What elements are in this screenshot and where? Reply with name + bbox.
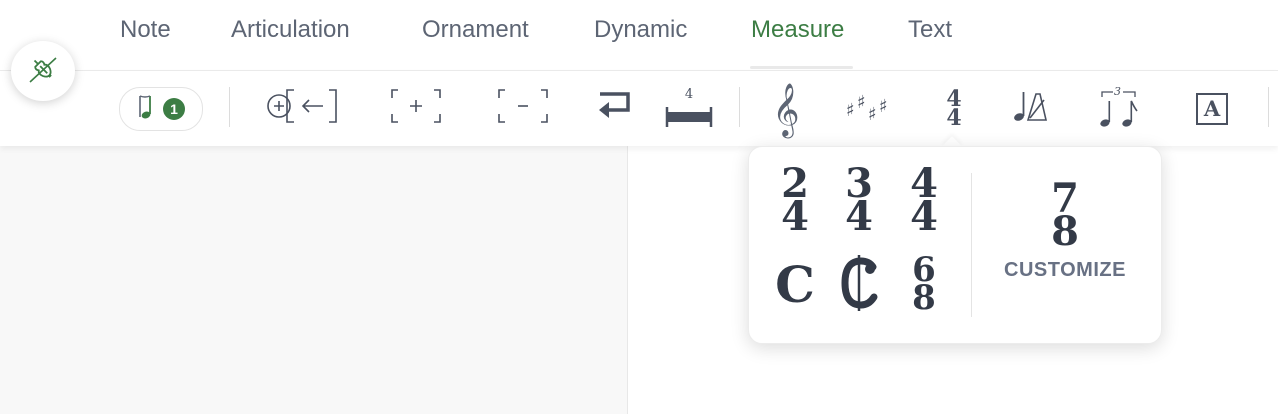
add-measure-icon: [388, 86, 444, 131]
time-signature-glyph: 6 8: [912, 253, 936, 318]
customize-time-signature-button[interactable]: 7 8 CUSTOMIZE: [987, 179, 1143, 303]
common-time-option[interactable]: C: [767, 253, 823, 317]
time-signature-glyph: 2 4: [781, 164, 809, 240]
svg-text:♯: ♯: [879, 96, 888, 117]
cut-time-option[interactable]: [831, 253, 887, 317]
customize-label: CUSTOMIZE: [1004, 258, 1126, 281]
time-signature-icon: 4 4: [946, 88, 962, 131]
svg-text:♯: ♯: [846, 100, 855, 121]
delete-measure-icon: [495, 86, 551, 131]
multi-measure-rest-button[interactable]: 4: [662, 71, 716, 146]
tab-note[interactable]: Note: [120, 16, 171, 44]
treble-clef-icon: 𝄞: [772, 81, 800, 136]
tuplet-number: 3: [1114, 84, 1121, 98]
violin-icon: [26, 52, 60, 91]
add-measure-button[interactable]: [386, 71, 446, 146]
instrument-fab-button[interactable]: [11, 41, 75, 101]
tuplet-icon: 3: [1097, 84, 1141, 131]
insert-measure-before-icon: [263, 86, 339, 131]
time-signature-popover: 2 4 3 4 4 4 C 6 8 7 8 CUSTOMIZE: [748, 146, 1162, 344]
multi-measure-rest-icon: 4: [663, 87, 715, 131]
voice-selector-button[interactable]: 1: [119, 87, 203, 131]
voice-count-badge: 1: [163, 98, 185, 120]
score-canvas-left: [0, 146, 627, 414]
svg-text:♯: ♯: [868, 104, 877, 125]
measure-toolbar: 1 4 𝄞 ♯ ♯ ♯ ♯ 4 4 3 A: [0, 71, 1278, 146]
time-signature-bottom: 8: [1051, 207, 1079, 255]
time-signature-option-4-4[interactable]: 4 4: [896, 164, 952, 240]
tab-ornament[interactable]: Ornament: [422, 16, 529, 44]
common-time-icon: C: [775, 255, 815, 314]
time-signature-glyph: 3 4: [845, 164, 873, 240]
time-signature-bottom: 4: [910, 193, 938, 240]
tab-articulation[interactable]: Articulation: [231, 16, 350, 44]
insert-measure-before-button[interactable]: [262, 71, 340, 146]
tempo-button[interactable]: [1010, 71, 1050, 146]
tab-text[interactable]: Text: [908, 16, 952, 44]
time-signature-option-6-8[interactable]: 6 8: [896, 253, 952, 317]
toolbar-separator: [229, 87, 230, 127]
key-signature-button[interactable]: ♯ ♯ ♯ ♯: [844, 71, 896, 146]
tuplet-button[interactable]: 3: [1096, 71, 1142, 146]
time-signature-bottom: 4: [781, 193, 809, 240]
time-signature-button[interactable]: 4 4: [938, 71, 970, 146]
line-break-icon: [594, 88, 634, 129]
time-signature-bottom: 4: [845, 193, 873, 240]
text-box-button[interactable]: A: [1192, 71, 1232, 146]
time-signature-glyph: 4 4: [910, 164, 938, 240]
toolbar-separator: [1268, 87, 1269, 127]
note-voice-icon: [137, 92, 155, 127]
popover-divider: [971, 173, 972, 317]
tab-dynamic[interactable]: Dynamic: [594, 16, 687, 44]
cut-time-icon: [835, 253, 883, 318]
time-signature-bottom: 8: [912, 278, 936, 318]
key-signature-sharps-icon: ♯ ♯ ♯ ♯: [844, 86, 896, 131]
time-signature-bottom: 4: [946, 104, 962, 131]
tab-measure[interactable]: Measure: [751, 16, 844, 44]
delete-measure-button[interactable]: [493, 71, 553, 146]
clef-button[interactable]: 𝄞: [768, 71, 804, 146]
text-box-icon: A: [1196, 92, 1228, 125]
line-break-button[interactable]: [592, 71, 636, 146]
svg-text:♯: ♯: [857, 92, 866, 113]
custom-time-signature-preview: 7 8: [1051, 179, 1079, 255]
ribbon-tabs: Note Articulation Ornament Dynamic Measu…: [0, 0, 1278, 71]
time-signature-option-2-4[interactable]: 2 4: [767, 164, 823, 240]
time-signature-option-3-4[interactable]: 3 4: [831, 164, 887, 240]
active-tab-indicator: [750, 66, 853, 69]
toolbar-separator: [739, 87, 740, 127]
metronome-tempo-icon: [1010, 86, 1050, 131]
